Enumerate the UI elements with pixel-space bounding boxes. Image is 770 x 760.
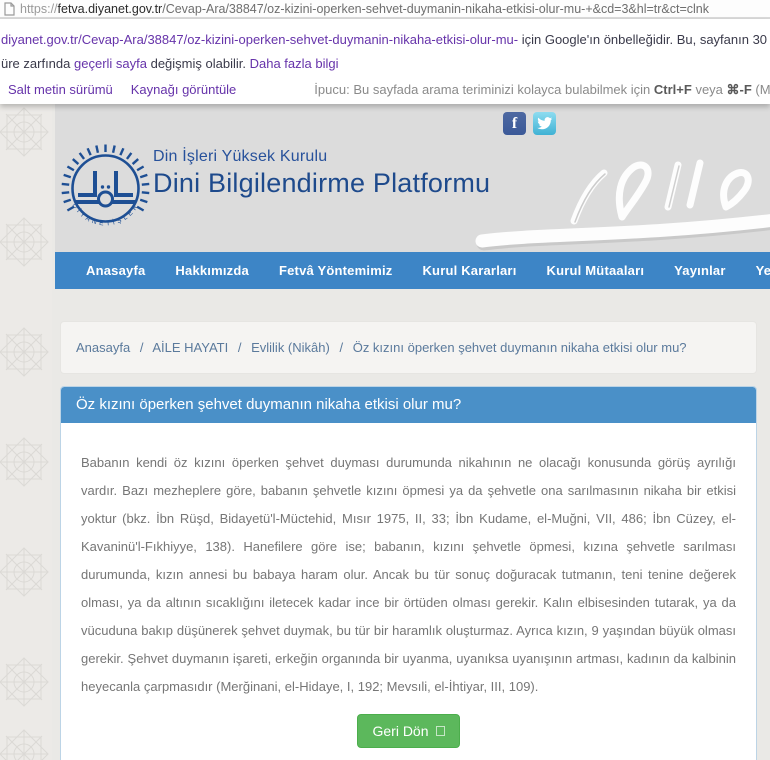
- breadcrumb-anasayfa[interactable]: Anasayfa: [76, 340, 130, 355]
- twitter-icon[interactable]: [533, 112, 556, 135]
- google-cache-banner: diyanet.gov.tr/Cevap-Ara/38847/oz-kizini…: [0, 19, 770, 104]
- breadcrumb-current-question: Öz kızını öperken şehvet duymanın nikaha…: [352, 340, 687, 355]
- breadcrumb-aile-hayati[interactable]: AİLE HAYATI: [152, 340, 228, 355]
- breadcrumb-separator: /: [139, 340, 144, 355]
- missing-glyph-icon: [435, 726, 445, 737]
- view-source-link[interactable]: Kaynağı görüntüle: [131, 82, 237, 98]
- nav-item-yetkili-giris[interactable]: Yetkili Giriş: [741, 263, 770, 278]
- url-text: https://fetva.diyanet.gov.tr/Cevap-Ara/3…: [20, 1, 709, 16]
- svg-text:D İ Y A N E T İ Ş L E R İ B: D İ Y A N E T İ Ş L E R İ B A Ş K A N L …: [57, 140, 141, 227]
- platform-name: Dini Bilgilendirme Platformu: [153, 168, 491, 198]
- site-title-block: Din İşleri Yüksek Kurulu Dini Bilgilendi…: [153, 148, 490, 199]
- breadcrumb-separator: /: [339, 340, 344, 355]
- nav-item-kurul-mutaalari[interactable]: Kurul Mütaaları: [532, 263, 660, 278]
- go-back-button[interactable]: Geri Dön: [357, 714, 460, 749]
- cache-notice-line1: diyanet.gov.tr/Cevap-Ara/38847/oz-kizini…: [1, 32, 770, 47]
- page-content-column: D İ Y A N E T İ Ş L E R İ B A Ş K A N L …: [55, 104, 770, 760]
- diyanet-logo: D İ Y A N E T İ Ş L E R İ B A Ş K A N L …: [57, 140, 151, 227]
- text-only-version-link[interactable]: Salt metin sürümü: [8, 82, 113, 98]
- breadcrumb-evlilik-nikah[interactable]: Evlilik (Nikâh): [251, 340, 330, 355]
- council-name: Din İşleri Yüksek Kurulu: [153, 148, 328, 165]
- nav-item-fetva-yontemimiz[interactable]: Fetvâ Yöntemimiz: [264, 263, 408, 278]
- more-info-link[interactable]: Daha fazla bilgi: [250, 56, 339, 71]
- go-back-label: Geri Dön: [372, 723, 429, 740]
- site-header: D İ Y A N E T İ Ş L E R İ B A Ş K A N L …: [55, 104, 770, 252]
- nav-item-kurul-kararlari[interactable]: Kurul Kararları: [407, 263, 531, 278]
- nav-item-hakkimizda[interactable]: Hakkımızda: [160, 263, 264, 278]
- geometric-pattern-background: [0, 104, 52, 760]
- cached-url-link[interactable]: diyanet.gov.tr/Cevap-Ara/38847/oz-kizini…: [1, 32, 518, 47]
- nav-item-anasayfa[interactable]: Anasayfa: [71, 263, 160, 278]
- social-icons: f: [503, 112, 556, 135]
- cache-toolbar-row: Salt metin sürümü Kaynağı görüntüle İpuc…: [8, 82, 770, 98]
- page-document-icon: [4, 1, 15, 16]
- answer-text: Babanın kendi öz kızını öperken şehvet d…: [81, 455, 736, 694]
- cached-page: D İ Y A N E T İ Ş L E R İ B A Ş K A N L …: [0, 104, 770, 760]
- question-title: Öz kızını öperken şehvet duymanın nikaha…: [61, 387, 756, 423]
- cache-notice-line2: üre zarfında geçerli sayfa değişmiş olab…: [1, 56, 339, 71]
- main-navigation: Anasayfa Hakkımızda Fetvâ Yöntemimiz Kur…: [55, 252, 770, 289]
- facebook-icon[interactable]: f: [503, 112, 526, 135]
- nav-item-yayinlar[interactable]: Yayınlar: [659, 263, 740, 278]
- breadcrumb: Anasayfa / AİLE HAYATI / Evlilik (Nikâh)…: [60, 321, 757, 374]
- current-page-link[interactable]: geçerli sayfa: [74, 56, 147, 71]
- browser-address-bar[interactable]: https://fetva.diyanet.gov.tr/Cevap-Ara/3…: [0, 0, 770, 19]
- breadcrumb-separator: /: [237, 340, 242, 355]
- arabic-calligraphy-watermark: [475, 159, 770, 251]
- question-panel: Öz kızını öperken şehvet duymanın nikaha…: [60, 386, 757, 760]
- search-tip-text: İpucu: Bu sayfada arama teriminizi kolay…: [314, 82, 770, 97]
- button-row: Geri Dön: [61, 704, 756, 760]
